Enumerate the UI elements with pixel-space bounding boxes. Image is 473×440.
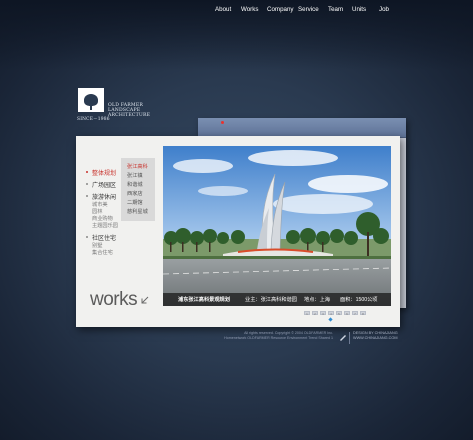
project-item[interactable]: 张江高科 <box>127 163 148 170</box>
project-area: 面积：1500公顷 <box>340 297 378 303</box>
menu-item-tourism[interactable]: 旅游休闲 <box>92 192 116 201</box>
project-item[interactable]: 慈利星城 <box>127 208 148 215</box>
project-item[interactable]: 西家店 <box>127 190 143 197</box>
design-site-link[interactable]: WWW.CHINAJIANG.COM <box>353 336 398 341</box>
nav-item-units[interactable]: Units <box>352 6 366 13</box>
project-item[interactable]: 和谐城 <box>127 181 143 188</box>
project-photo <box>163 146 391 306</box>
active-nav-dot-icon <box>221 121 224 124</box>
since-text: SINCE－1986 <box>77 117 110 122</box>
page-button[interactable]: 5 <box>336 311 342 316</box>
project-item[interactable]: 二期馆 <box>127 199 143 206</box>
nav-item-team[interactable]: Team <box>328 6 343 13</box>
page-button[interactable]: 6 <box>344 311 350 316</box>
arrow-down-left-icon <box>141 296 149 304</box>
project-item[interactable]: 张江镇 <box>127 172 143 179</box>
top-navigation <box>198 118 406 138</box>
pen-icon <box>340 335 346 341</box>
nav-item-about[interactable]: About <box>215 6 231 13</box>
menu-subitem-shopping[interactable]: 商业购物 <box>92 215 113 222</box>
footer-copyright: All rights reserved. Copyright © 2004 OL… <box>221 331 333 341</box>
section-title: works <box>90 289 138 310</box>
nav-item-company[interactable]: Company <box>267 6 293 13</box>
menu-item-residential[interactable]: 社区住宅 <box>92 233 116 242</box>
brand-line-3: ARCHITECTURE <box>108 113 151 118</box>
footer-divider <box>349 332 350 344</box>
nav-item-works[interactable]: Works <box>241 6 258 13</box>
footer-credits: DESIGN BY CHINAJIANG WWW.CHINAJIANG.COM <box>353 331 398 341</box>
top-gradient <box>0 0 473 70</box>
pagination: 1 2 3 4 5 6 7 8 <box>304 311 366 316</box>
menu-item-planning[interactable]: 整体规划 <box>92 168 116 177</box>
menu-subitem-theme-park[interactable]: 主题园乐园 <box>92 222 118 229</box>
project-owner: 业主：张江高科和谐园 <box>245 297 297 303</box>
footer-line-2: Homenetwork OLDFARMER Resource Environme… <box>224 336 333 340</box>
bullet-icon <box>86 195 88 197</box>
bullet-icon <box>86 236 88 238</box>
bullet-icon <box>86 171 88 173</box>
page-button[interactable]: 8 <box>360 311 366 316</box>
menu-subitem-city[interactable]: 城市美 <box>92 201 108 208</box>
page-button[interactable]: 3 <box>320 311 326 316</box>
logo-icon[interactable] <box>78 88 104 112</box>
menu-item-plaza[interactable]: 广场园区 <box>92 180 116 189</box>
page-button[interactable]: 4 <box>328 311 334 316</box>
bullet-icon <box>86 183 88 185</box>
nav-item-service[interactable]: Service <box>298 6 319 13</box>
menu-subitem-garden[interactable]: 园林 <box>92 208 102 215</box>
menu-subitem-housing[interactable]: 集合住宅 <box>92 249 113 256</box>
menu-subitem-villa[interactable]: 别墅 <box>92 242 102 249</box>
project-title: 浦东张江高科景观规划 <box>178 297 230 303</box>
page-button[interactable]: 7 <box>352 311 358 316</box>
brand-name: OLD FARMER LANDSCAPE ARCHITECTURE <box>108 103 150 118</box>
nav-item-job[interactable]: Job <box>379 6 389 13</box>
page-button[interactable]: 1 <box>304 311 310 316</box>
project-location: 地点：上海 <box>304 297 330 303</box>
page-button[interactable]: 2 <box>312 311 318 316</box>
